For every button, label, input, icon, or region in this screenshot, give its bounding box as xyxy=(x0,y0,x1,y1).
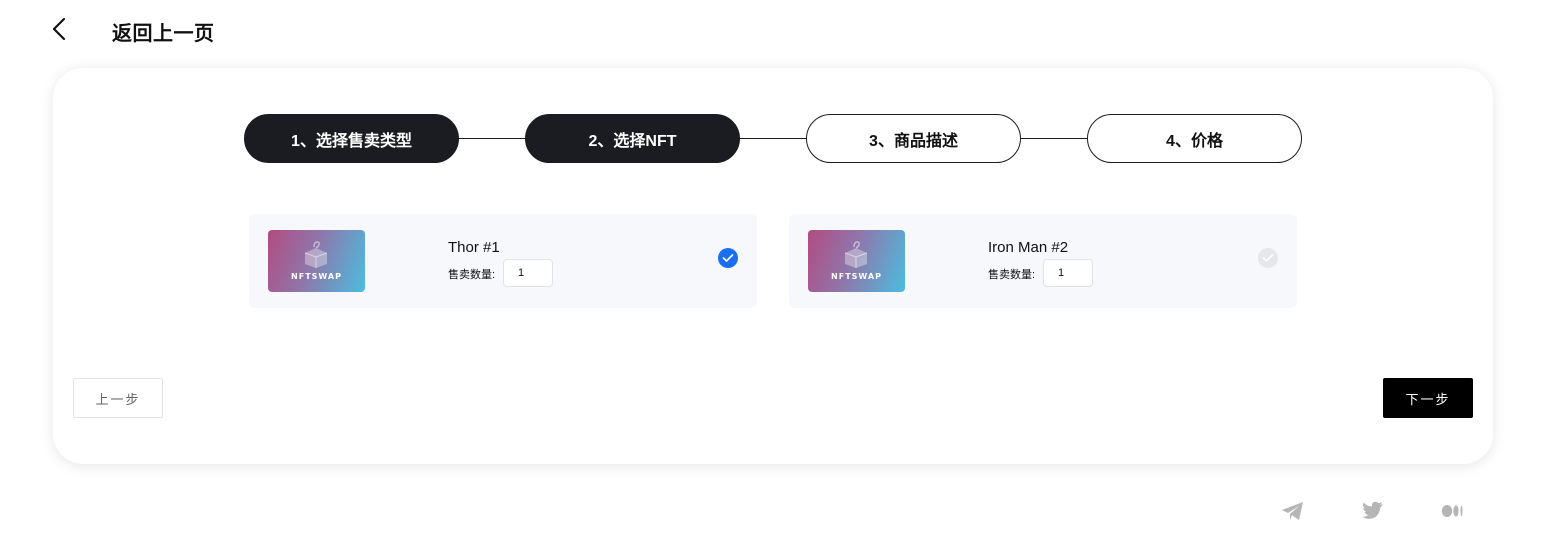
nft-name: Iron Man #2 xyxy=(988,239,1069,256)
stepper: 1、选择售卖类型 2、选择NFT 3、商品描述 4、价格 xyxy=(244,114,1302,163)
telegram-icon[interactable] xyxy=(1281,500,1305,522)
nft-name: Thor #1 xyxy=(448,239,500,256)
back-icon[interactable] xyxy=(48,16,72,42)
medium-icon[interactable] xyxy=(1441,500,1465,522)
back-link-label[interactable]: 返回上一页 xyxy=(112,17,215,46)
quantity-label: 售卖数量: xyxy=(448,269,496,281)
nft-logo-text: NFTSWAP xyxy=(831,272,882,281)
nft-thumbnail: NFTSWAP xyxy=(268,230,365,292)
step-connector xyxy=(1020,138,1088,139)
box-icon xyxy=(304,241,328,268)
step-select-sale-type: 1、选择售卖类型 xyxy=(244,114,459,163)
main-card: 1、选择售卖类型 2、选择NFT 3、商品描述 4、价格 NFTSWAP Tho… xyxy=(53,68,1493,464)
nft-thumbnail: NFTSWAP xyxy=(808,230,905,292)
step-select-nft: 2、选择NFT xyxy=(525,114,740,163)
quantity-input[interactable] xyxy=(503,259,553,287)
step-connector xyxy=(458,138,526,139)
step-price: 4、价格 xyxy=(1087,114,1302,163)
quantity-input[interactable] xyxy=(1043,259,1093,287)
nft-logo-text: NFTSWAP xyxy=(291,272,342,281)
step-connector xyxy=(739,138,807,139)
twitter-icon[interactable] xyxy=(1361,500,1385,522)
box-icon xyxy=(844,241,868,268)
nft-card-iron-man[interactable]: NFTSWAP Iron Man #2 售卖数量: xyxy=(789,214,1297,308)
nft-card-thor[interactable]: NFTSWAP Thor #1 售卖数量: xyxy=(249,214,757,308)
unselected-check-icon[interactable] xyxy=(1258,248,1278,268)
previous-step-button[interactable]: 上一步 xyxy=(73,378,163,418)
nft-list: NFTSWAP Thor #1 售卖数量: NFTSWAP Iron Man #… xyxy=(249,214,1299,308)
selected-check-icon[interactable] xyxy=(718,248,738,268)
step-description: 3、商品描述 xyxy=(806,114,1021,163)
next-step-button[interactable]: 下一步 xyxy=(1383,378,1473,418)
top-bar: 返回上一页 xyxy=(0,0,1551,60)
quantity-label: 售卖数量: xyxy=(988,269,1036,281)
